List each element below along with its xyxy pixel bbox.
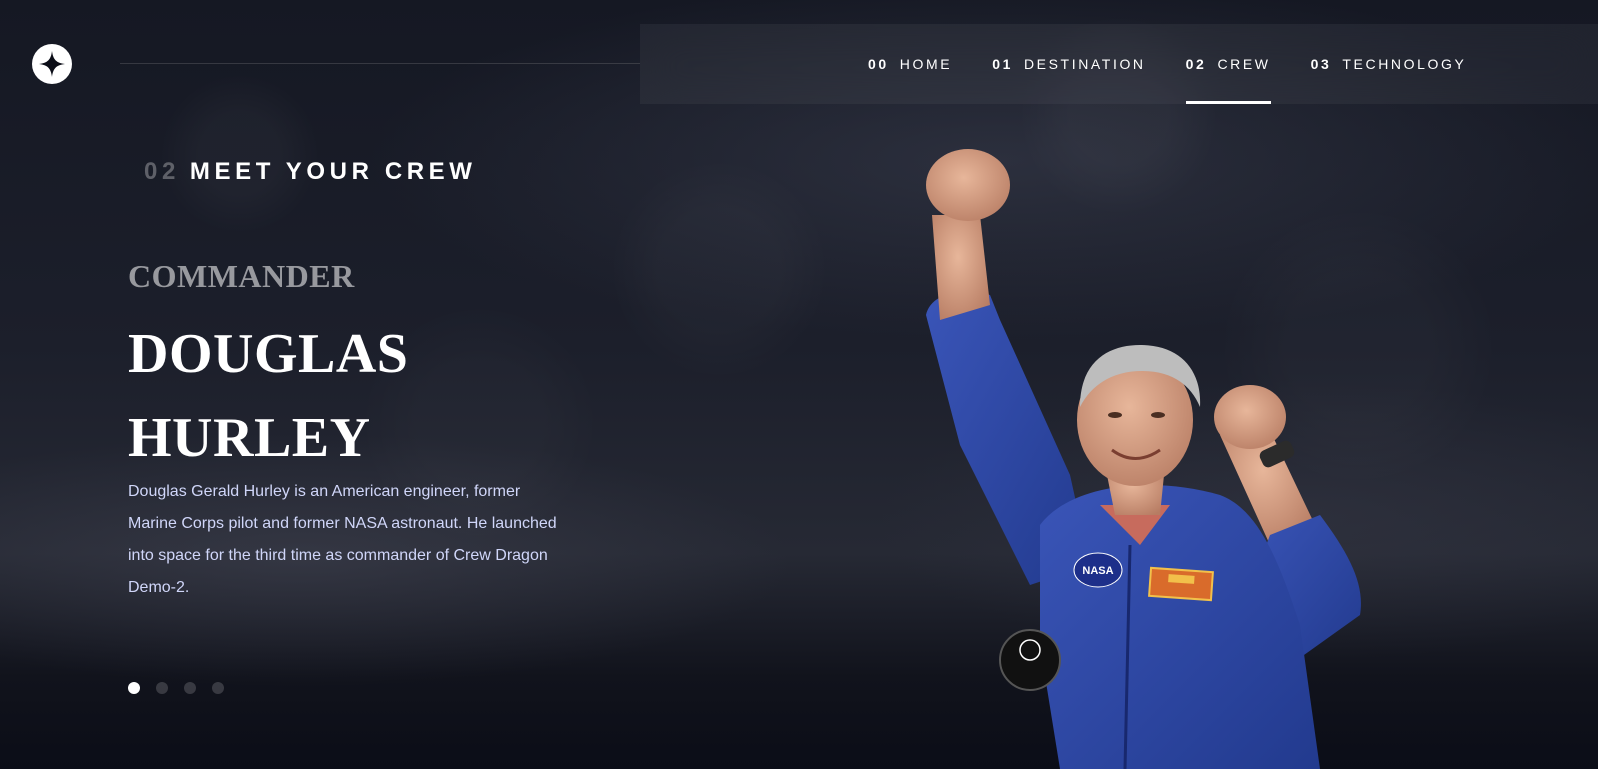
crew-role: Commander — [128, 258, 355, 294]
carousel-dot-3[interactable] — [184, 682, 196, 694]
subheading-number: 02 — [144, 158, 180, 185]
main-navbar: 00 HOME 01 DESTINATION 02 CREW 03 TECHNO… — [640, 24, 1598, 104]
crew-name: Douglas Hurley — [128, 312, 648, 480]
astronaut-photo: NASA — [926, 149, 1361, 769]
nav-item-number: 03 — [1310, 56, 1332, 72]
nav-item-label: CREW — [1217, 56, 1271, 72]
nav-item-number: 02 — [1185, 56, 1207, 72]
nasa-patch-label: NASA — [1082, 565, 1113, 577]
crew-bio: Douglas Gerald Hurley is an American eng… — [128, 483, 557, 596]
nav-item-technology[interactable]: 03 TECHNOLOGY — [1311, 24, 1467, 104]
nav-item-crew[interactable]: 02 CREW — [1185, 24, 1271, 104]
page-subheading: 02 MEET YOUR CREW — [144, 158, 477, 186]
crew-carousel-dots — [128, 682, 224, 694]
crew-name-line1: Douglas — [128, 323, 409, 385]
carousel-dot-2[interactable] — [156, 682, 168, 694]
nav-item-destination[interactable]: 01 DESTINATION — [992, 24, 1145, 104]
nav-item-label: HOME — [899, 56, 953, 72]
nav-item-number: 01 — [992, 56, 1013, 72]
logo-star-icon[interactable] — [32, 44, 72, 84]
nav-item-number: 00 — [868, 56, 889, 72]
nav-item-label: TECHNOLOGY — [1342, 56, 1467, 72]
subheading-text: MEET YOUR CREW — [189, 158, 477, 185]
star-icon — [39, 51, 65, 77]
header-divider — [120, 63, 640, 64]
crew-name-line2: Hurley — [128, 407, 371, 469]
carousel-dot-4[interactable] — [212, 682, 224, 694]
nav-item-label: DESTINATION — [1023, 56, 1146, 72]
nav-item-home[interactable]: 00 HOME — [868, 24, 952, 104]
carousel-dot-1[interactable] — [128, 682, 140, 694]
